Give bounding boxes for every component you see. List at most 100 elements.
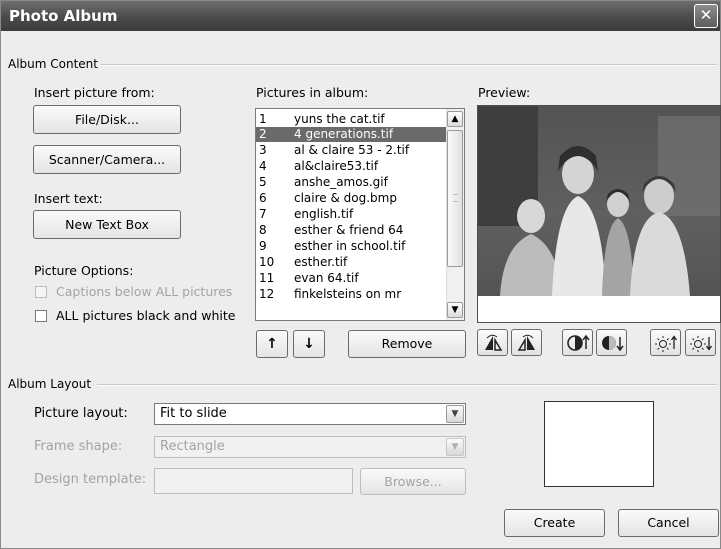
- picture-layout-value: Fit to slide: [160, 406, 227, 421]
- cancel-button[interactable]: Cancel: [618, 509, 719, 537]
- list-item[interactable]: 6 claire & dog.bmp: [256, 191, 446, 206]
- dialog-title: Photo Album: [9, 7, 118, 25]
- list-item-name: english.tif: [294, 207, 354, 221]
- list-item-number: 12: [259, 287, 275, 301]
- brightness-up-icon: [655, 335, 678, 352]
- list-item-name: esther & friend 64: [294, 223, 404, 237]
- contrast-down-button[interactable]: [596, 329, 627, 356]
- list-item[interactable]: 11 evan 64.tif: [256, 271, 446, 286]
- picture-layout-label: Picture layout:: [34, 406, 128, 421]
- frame-shape-value: Rectangle: [160, 439, 225, 454]
- list-item-name: al&claire53.tif: [294, 159, 379, 173]
- picture-layout-select[interactable]: Fit to slide ▼: [154, 403, 466, 425]
- picture-options-label: Picture Options:: [34, 263, 134, 278]
- contrast-up-icon: [567, 334, 590, 351]
- insert-text-label: Insert text:: [34, 191, 103, 206]
- new-text-box-button-label: New Text Box: [65, 217, 149, 232]
- list-item-number: 4: [259, 159, 267, 173]
- brightness-down-button[interactable]: [685, 329, 716, 356]
- photo-album-dialog: Photo Album ✕ Album Content Insert pictu…: [0, 0, 721, 549]
- close-button[interactable]: ✕: [694, 4, 718, 28]
- captions-checkbox-label: Captions below ALL pictures: [56, 284, 233, 299]
- list-item-selected[interactable]: 2 4 generations.tif: [256, 127, 446, 142]
- list-item-number: 6: [259, 191, 267, 205]
- rotate-right-icon: [517, 334, 535, 351]
- file-disk-button-label: File/Disk...: [75, 112, 139, 127]
- black-white-checkbox-label: ALL pictures black and white: [56, 308, 236, 323]
- scroll-down-button[interactable]: ▼: [447, 302, 463, 318]
- list-item-name: esther in school.tif: [294, 239, 406, 253]
- create-button[interactable]: Create: [504, 509, 605, 537]
- chevron-down-icon: ▼: [451, 305, 459, 315]
- list-scrollbar[interactable]: ▲ ▼: [446, 109, 464, 320]
- captions-checkbox[interactable]: [35, 286, 47, 298]
- rotate-left-icon: [485, 334, 503, 351]
- list-item-number: 11: [259, 271, 275, 285]
- design-template-input[interactable]: [154, 468, 353, 494]
- list-item[interactable]: 8 esther & friend 64: [256, 223, 446, 238]
- layout-preview: [544, 401, 654, 487]
- pictures-in-album-label: Pictures in album:: [256, 85, 369, 100]
- list-item-name: evan 64.tif: [294, 271, 359, 285]
- insert-picture-label: Insert picture from:: [34, 85, 155, 100]
- new-text-box-button[interactable]: New Text Box: [33, 210, 181, 239]
- list-item-number: 10: [259, 255, 275, 269]
- album-layout-divider: [97, 384, 717, 386]
- list-item-name: finkelsteins on mr: [294, 287, 402, 301]
- list-item-name: anshe_amos.gif: [294, 175, 388, 189]
- preview-photo: [478, 106, 720, 322]
- album-content-divider: [101, 64, 717, 66]
- list-item-number: 7: [259, 207, 267, 221]
- list-item-name: yuns the cat.tif: [294, 112, 385, 126]
- remove-button-label: Remove: [381, 336, 433, 351]
- scroll-thumb[interactable]: [447, 130, 463, 267]
- preview-pane: [477, 105, 721, 323]
- frame-shape-select[interactable]: Rectangle ▼: [154, 436, 466, 458]
- move-up-button[interactable]: ↑: [256, 330, 288, 358]
- list-item-name: claire & dog.bmp: [294, 191, 397, 205]
- chevron-down-icon[interactable]: ▼: [446, 438, 464, 456]
- preview-label: Preview:: [478, 85, 531, 100]
- file-disk-button[interactable]: File/Disk...: [33, 105, 181, 134]
- black-white-checkbox[interactable]: [35, 310, 47, 322]
- list-item-number: 8: [259, 223, 267, 237]
- list-item[interactable]: 4 al&claire53.tif: [256, 159, 446, 174]
- browse-button[interactable]: Browse...: [360, 468, 466, 495]
- pictures-listbox[interactable]: 1 yuns the cat.tif 2 4 generations.tif 3 al…: [255, 108, 465, 321]
- list-item[interactable]: 5 anshe_amos.gif: [256, 175, 446, 190]
- move-down-button[interactable]: ↓: [293, 330, 325, 358]
- list-item-number: 9: [259, 239, 267, 253]
- contrast-up-button[interactable]: [562, 329, 593, 356]
- list-item[interactable]: 7 english.tif: [256, 207, 446, 222]
- list-item[interactable]: 1 yuns the cat.tif: [256, 112, 446, 127]
- brightness-down-icon: [690, 336, 713, 352]
- brightness-up-button[interactable]: [650, 329, 681, 356]
- contrast-down-icon: [602, 336, 624, 352]
- frame-shape-label: Frame shape:: [34, 439, 123, 454]
- browse-button-label: Browse...: [384, 474, 442, 489]
- remove-button[interactable]: Remove: [348, 330, 466, 358]
- list-item[interactable]: 9 esther in school.tif: [256, 239, 446, 254]
- chevron-down-icon[interactable]: ▼: [446, 405, 464, 423]
- chevron-up-icon: ▲: [451, 114, 459, 124]
- list-item[interactable]: 3 al & claire 53 - 2.tif: [256, 143, 446, 158]
- album-layout-group-label: Album Layout: [8, 377, 92, 391]
- scanner-camera-button-label: Scanner/Camera...: [48, 152, 166, 167]
- design-template-label: Design template:: [34, 472, 147, 487]
- scroll-up-button[interactable]: ▲: [447, 111, 463, 127]
- title-bar[interactable]: Photo Album ✕: [1, 1, 720, 31]
- list-item-number: 5: [259, 175, 267, 189]
- list-item-number: 3: [259, 143, 267, 157]
- close-icon: ✕: [699, 6, 713, 24]
- arrow-up-icon: ↑: [266, 336, 278, 352]
- list-item-number: 2: [259, 127, 267, 141]
- rotate-right-button[interactable]: [511, 329, 542, 356]
- list-item-name: al & claire 53 - 2.tif: [294, 143, 410, 157]
- list-item-name: 4 generations.tif: [294, 127, 394, 141]
- list-item[interactable]: 10 esther.tif: [256, 255, 446, 270]
- cancel-button-label: Cancel: [647, 515, 690, 530]
- list-item[interactable]: 12 finkelsteins on mr: [256, 287, 446, 302]
- rotate-left-button[interactable]: [477, 329, 508, 356]
- scanner-camera-button[interactable]: Scanner/Camera...: [33, 145, 181, 174]
- list-item-name: esther.tif: [294, 255, 348, 269]
